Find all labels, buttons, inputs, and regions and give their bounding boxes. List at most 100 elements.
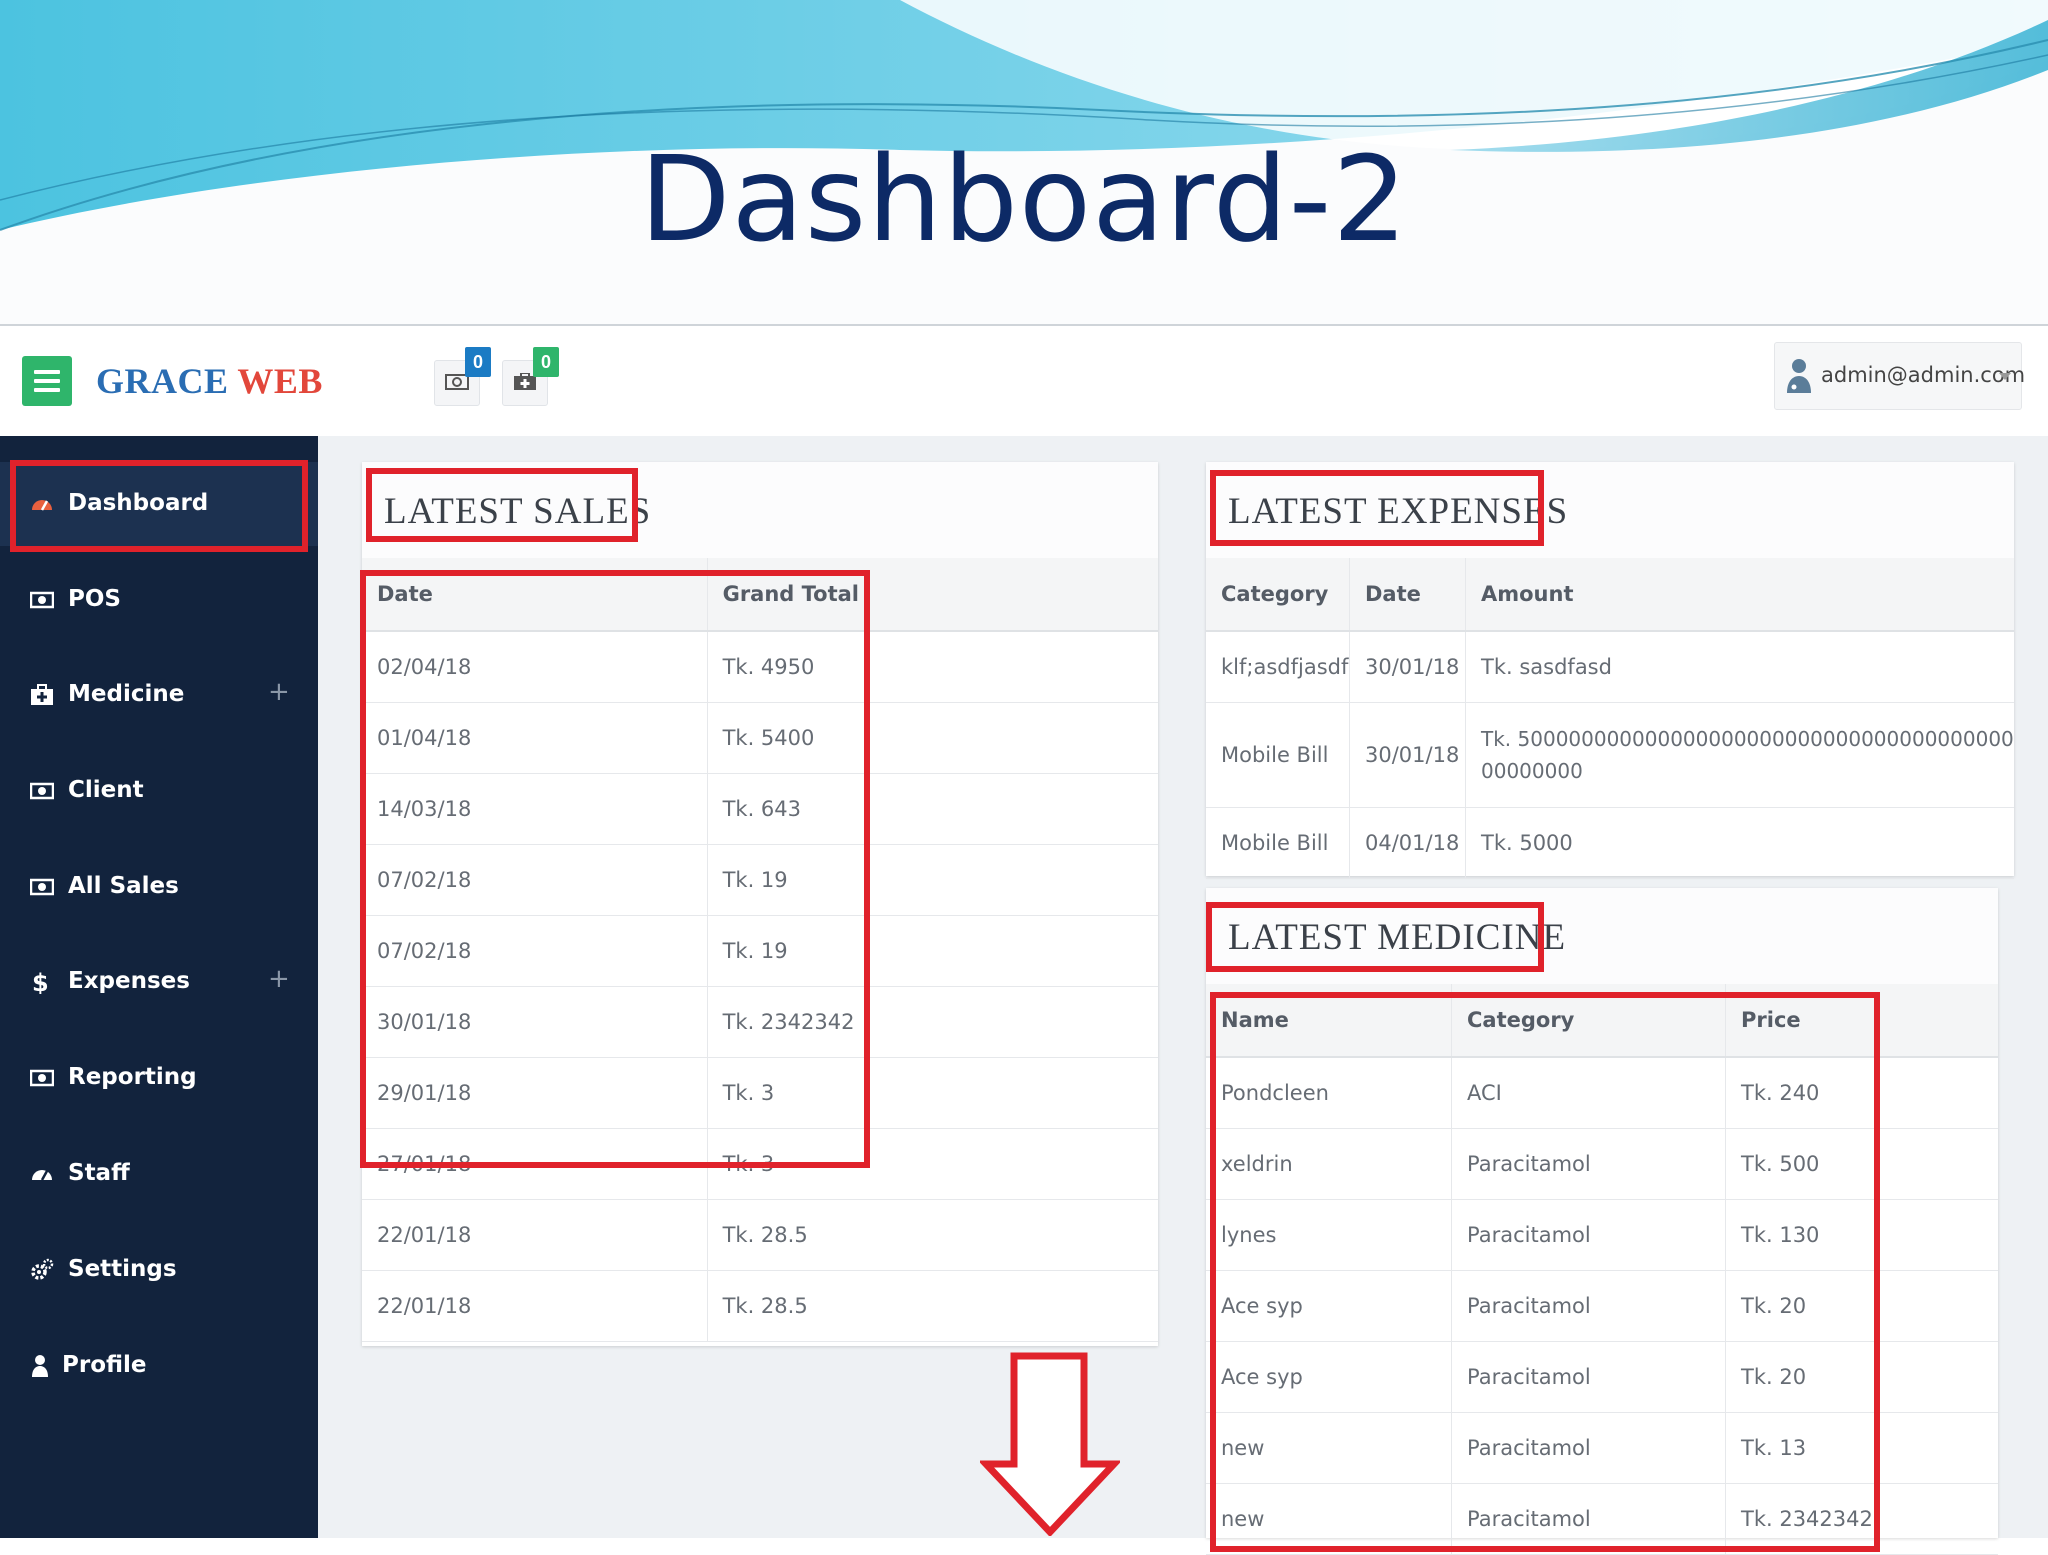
latest-sales-title: LATEST SALES <box>384 491 652 532</box>
down-arrow-annotation <box>980 1352 1120 1536</box>
money-icon <box>30 878 54 896</box>
sidebar-item-pos[interactable]: POS <box>0 558 318 642</box>
expense-amount: Tk. sasdfasd <box>1465 631 2014 703</box>
sidebar-item-all-sales[interactable]: All Sales <box>0 845 318 929</box>
column-header[interactable]: Category <box>1206 558 1350 632</box>
table-row: new Paracitamol Tk. 13 <box>1206 1412 1998 1484</box>
column-header[interactable]: Category <box>1451 984 1726 1058</box>
expand-plus-icon[interactable]: + <box>268 964 290 994</box>
sale-total: Tk. 4950 <box>707 631 1158 703</box>
slide-header: Dashboard-2 <box>0 0 2048 324</box>
latest-medicine-panel: LATEST MEDICINE Name Category Price Pond… <box>1206 888 1998 1555</box>
table-row: klf;asdfjasdf 30/01/18 Tk. sasdfasd <box>1206 631 2014 703</box>
notification-badge: 0 <box>465 347 491 377</box>
medicine-category: Paracitamol <box>1451 1412 1726 1484</box>
user-menu-dropdown[interactable]: admin@admin.com <box>1774 342 2026 410</box>
slide-title: Dashboard-2 <box>639 130 1409 268</box>
sale-date: 01/04/18 <box>362 702 708 774</box>
sale-total: Tk. 2342342 <box>707 986 1158 1058</box>
sidebar-item-staff[interactable]: Staff <box>0 1132 318 1216</box>
column-header[interactable]: Date <box>1349 558 1466 632</box>
dashboard-icon <box>32 1170 52 1181</box>
expense-date: 30/01/18 <box>1349 631 1466 703</box>
medicine-category: Paracitamol <box>1451 1341 1726 1413</box>
column-header[interactable]: Date <box>362 558 708 632</box>
medicine-notification-button[interactable]: 0 <box>502 347 559 406</box>
latest-expenses-title: LATEST EXPENSES <box>1228 491 1569 532</box>
sidebar-item-reporting[interactable]: Reporting <box>0 1036 318 1120</box>
sidebar-item-profile[interactable]: Profile <box>0 1324 318 1408</box>
medicine-category: Paracitamol <box>1451 1483 1726 1555</box>
column-header[interactable]: Grand Total <box>707 558 1158 632</box>
brand-part1: GRACE <box>96 361 229 401</box>
medicine-name: xeldrin <box>1206 1128 1452 1200</box>
expense-amount: Tk. 5000 <box>1465 807 2014 879</box>
caret-down-icon <box>1999 373 2011 380</box>
brand-part2: WEB <box>237 361 323 401</box>
sidebar-item-label: Staff <box>68 1160 130 1186</box>
expense-date: 30/01/18 <box>1349 702 1466 808</box>
sidebar-item-expenses[interactable]: $ Expenses + <box>0 940 318 1024</box>
dashboard-icon <box>32 500 52 511</box>
expense-date: 04/01/18 <box>1349 807 1466 879</box>
table-row: Mobile Bill 30/01/18 Tk. 50000000000000000… <box>1206 702 2014 808</box>
latest-expenses-panel: LATEST EXPENSES Category Date Amount klf… <box>1206 462 2014 879</box>
sidebar-item-label: Profile <box>62 1352 147 1378</box>
expand-plus-icon[interactable]: + <box>268 677 290 707</box>
medicine-name: lynes <box>1206 1199 1452 1271</box>
hamburger-menu-button[interactable] <box>22 356 72 406</box>
sales-notification-button[interactable]: 0 <box>434 347 491 406</box>
money-icon <box>30 1069 54 1087</box>
medicine-name: Ace syp <box>1206 1341 1452 1413</box>
sale-total: Tk. 643 <box>707 773 1158 845</box>
brand-logo[interactable]: GRACE WEB <box>96 360 323 402</box>
medicine-price: Tk. 13 <box>1725 1412 1998 1484</box>
column-header[interactable]: Price <box>1725 984 1998 1058</box>
table-row: lynes Paracitamol Tk. 130 <box>1206 1199 1998 1271</box>
sidebar-item-label: Settings <box>68 1256 177 1282</box>
table-row: 02/04/18 Tk. 4950 <box>362 631 1158 703</box>
table-row: 30/01/18 Tk. 2342342 <box>362 986 1158 1058</box>
column-header[interactable]: Amount <box>1465 558 2014 632</box>
sale-date: 29/01/18 <box>362 1057 708 1129</box>
medicine-price: Tk. 130 <box>1725 1199 1998 1271</box>
sidebar-item-label: Dashboard <box>68 490 209 516</box>
table-row: Pondcleen ACI Tk. 240 <box>1206 1057 1998 1129</box>
topbar: GRACE WEB 0 0 admin@admin.com <box>0 326 2048 436</box>
sale-total: Tk. 19 <box>707 915 1158 987</box>
table-row: 07/02/18 Tk. 19 <box>362 915 1158 987</box>
notification-badge: 0 <box>533 347 559 377</box>
sale-total: Tk. 28.5 <box>707 1199 1158 1271</box>
money-icon <box>30 591 54 609</box>
table-row: 14/03/18 Tk. 643 <box>362 773 1158 845</box>
user-email: admin@admin.com <box>1821 363 2026 387</box>
user-doctor-icon <box>1787 359 1811 393</box>
sale-date: 22/01/18 <box>362 1199 708 1271</box>
sidebar-item-label: Reporting <box>68 1064 197 1090</box>
medicine-name: Ace syp <box>1206 1270 1452 1342</box>
sidebar-item-label: All Sales <box>68 873 179 899</box>
sidebar-item-dashboard[interactable]: Dashboard <box>0 462 318 546</box>
table-row: 29/01/18 Tk. 3 <box>362 1057 1158 1129</box>
latest-sales-panel: LATEST SALES Date Grand Total 02/04/18 Tk… <box>362 462 1158 1346</box>
table-row: 22/01/18 Tk. 28.5 <box>362 1270 1158 1342</box>
table-row: xeldrin Paracitamol Tk. 500 <box>1206 1128 1998 1200</box>
menu-line <box>34 388 60 392</box>
sidebar-item-client[interactable]: Client <box>0 749 318 833</box>
sale-date: 27/01/18 <box>362 1128 708 1200</box>
expense-amount: Tk. 500000000000000000000000000000000000… <box>1465 702 2014 808</box>
medicine-category: Paracitamol <box>1451 1270 1726 1342</box>
medicine-category: ACI <box>1451 1057 1726 1129</box>
sidebar-item-label: POS <box>68 586 121 612</box>
panel-header: LATEST SALES <box>362 462 1158 559</box>
sidebar-item-medicine[interactable]: Medicine + <box>0 653 318 737</box>
table-row: 22/01/18 Tk. 28.5 <box>362 1199 1158 1271</box>
column-header[interactable]: Name <box>1206 984 1452 1058</box>
medicine-price: Tk. 500 <box>1725 1128 1998 1200</box>
table-row: new Paracitamol Tk. 2342342 <box>1206 1483 1998 1555</box>
latest-medicine-title: LATEST MEDICINE <box>1228 917 1567 958</box>
sidebar-item-settings[interactable]: Settings <box>0 1228 318 1312</box>
latest-medicine-table: Name Category Price Pondcleen ACI Tk. 240 … <box>1206 984 1998 1555</box>
expense-category: klf;asdfjasdf <box>1206 631 1350 703</box>
medicine-price: Tk. 240 <box>1725 1057 1998 1129</box>
